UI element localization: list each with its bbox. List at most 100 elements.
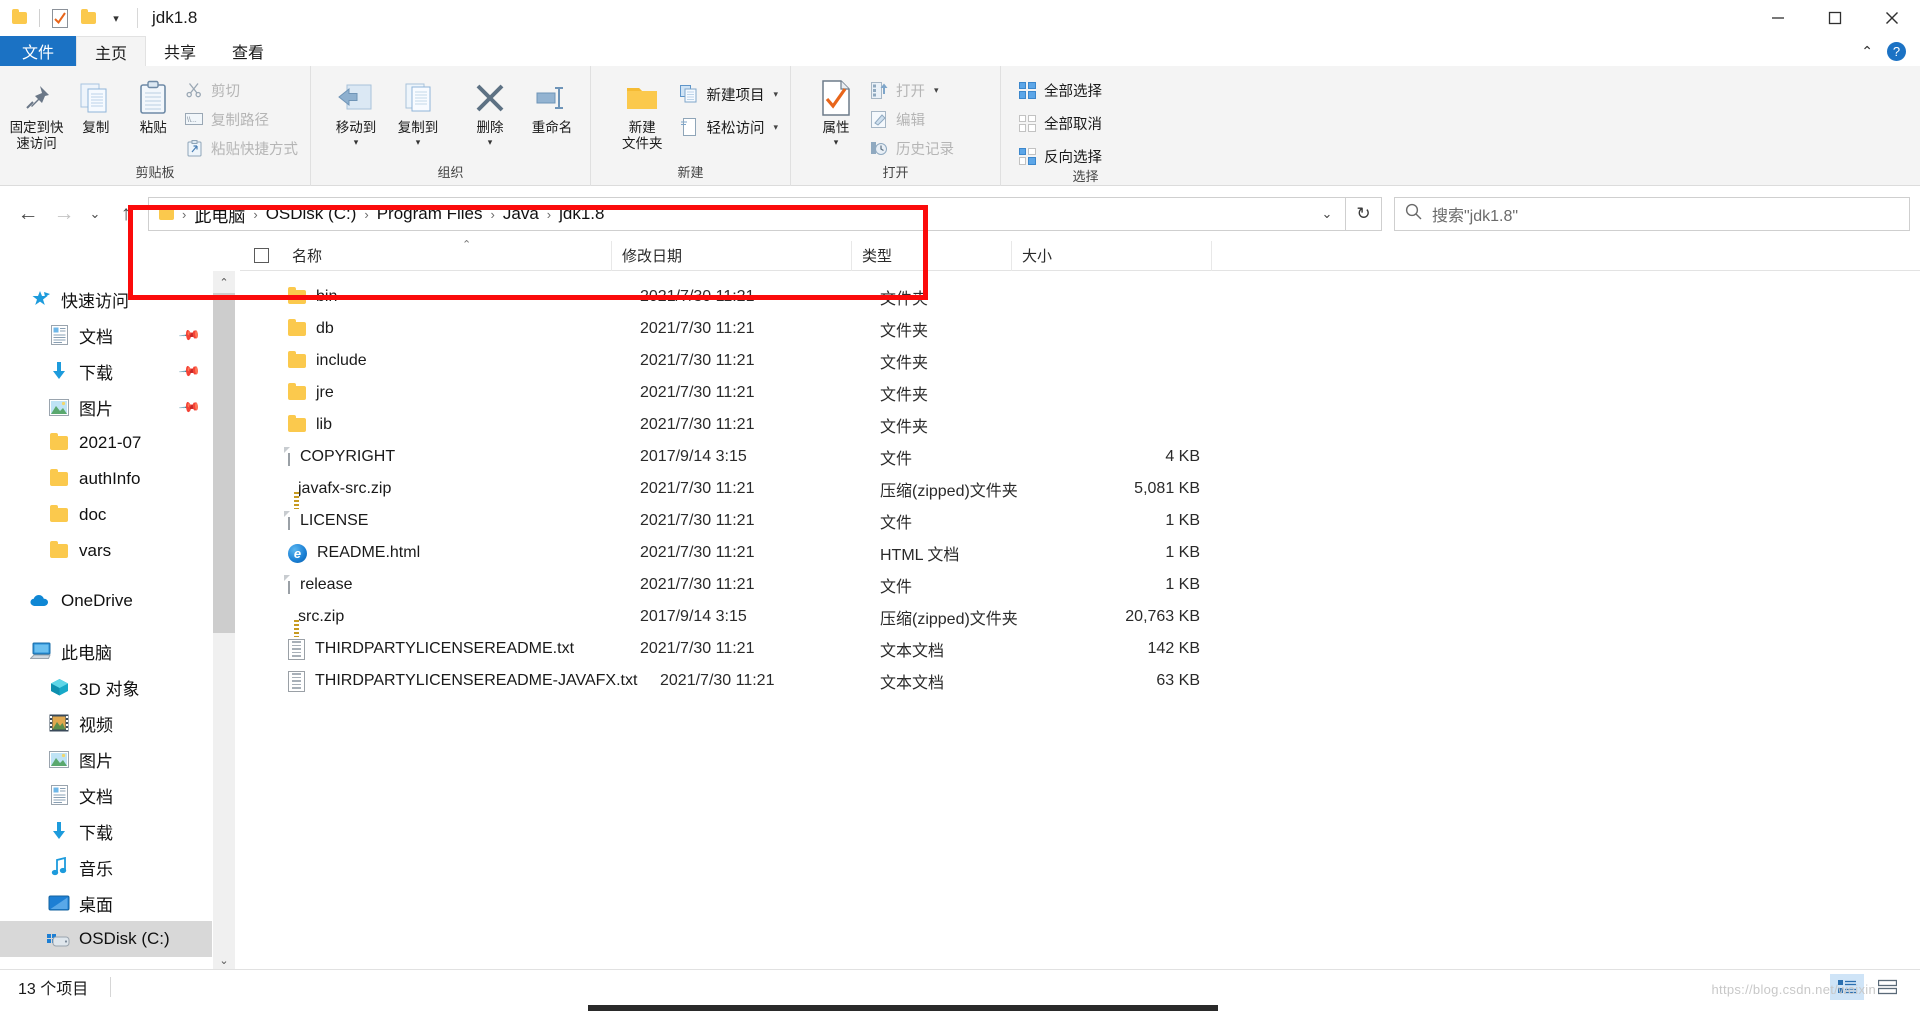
scrollbar-thumb[interactable] <box>213 293 235 633</box>
up-button[interactable]: ↑ <box>108 197 144 231</box>
paste-button[interactable]: 粘贴 <box>125 72 182 136</box>
breadcrumb-item-program-files[interactable]: Program Files <box>371 202 489 226</box>
table-row[interactable]: include 2021/7/30 11:21 文件夹 <box>240 345 1920 377</box>
file-name-cell[interactable]: e README.html <box>240 543 640 563</box>
chevron-down-icon[interactable]: ▾ <box>934 85 939 96</box>
back-button[interactable]: ← <box>10 197 46 231</box>
navigation-scrollbar[interactable]: ⌃ ⌄ <box>213 271 235 971</box>
customize-qat-caret-icon[interactable]: ▾ <box>105 7 127 29</box>
table-row[interactable]: javafx-src.zip 2021/7/30 11:21 压缩(zipped… <box>240 473 1920 505</box>
sidebar-item-this-pc[interactable]: 此电脑 <box>0 633 212 669</box>
chevron-down-icon[interactable]: ▾ <box>354 138 359 147</box>
copy-path-button[interactable]: \\... 复制路径 <box>182 107 304 131</box>
table-row[interactable]: src.zip 2017/9/14 3:15 压缩(zipped)文件夹 20,… <box>240 601 1920 633</box>
new-item-button[interactable]: 新建项目 ▾ <box>677 82 784 106</box>
properties-button[interactable]: 属性 ▾ <box>805 72 867 147</box>
copy-to-button[interactable]: 复制到 ▾ <box>387 72 449 147</box>
breadcrumb-item-this-pc[interactable]: 此电脑 <box>188 200 251 229</box>
copy-button[interactable]: 复制 <box>67 72 124 136</box>
file-name-cell[interactable]: include <box>240 351 640 370</box>
sidebar-item-documents-pc[interactable]: 文档 <box>0 777 212 813</box>
table-row[interactable]: db 2021/7/30 11:21 文件夹 <box>240 313 1920 345</box>
close-button[interactable] <box>1863 0 1920 36</box>
column-header-type[interactable]: 类型 <box>852 240 1012 271</box>
move-to-button[interactable]: 移动到 ▾ <box>325 72 387 147</box>
sidebar-item-downloads-pc[interactable]: 下载 <box>0 813 212 849</box>
minimize-button[interactable] <box>1749 0 1806 36</box>
sidebar-item-osdisk[interactable]: OSDisk (C:) <box>0 921 212 957</box>
help-icon[interactable]: ? <box>1887 41 1906 61</box>
chevron-down-icon[interactable]: ▾ <box>488 138 493 147</box>
file-name-cell[interactable]: bin <box>240 287 640 306</box>
sidebar-item-doc[interactable]: doc <box>0 497 212 533</box>
edit-button[interactable]: 编辑 <box>867 107 960 131</box>
breadcrumb-item-java[interactable]: Java <box>497 202 545 226</box>
search-box[interactable]: 搜索"jdk1.8" <box>1394 197 1910 231</box>
table-row[interactable]: lib 2021/7/30 11:21 文件夹 <box>240 409 1920 441</box>
sidebar-item-downloads[interactable]: 下载 📌 <box>0 353 212 389</box>
table-row[interactable]: COPYRIGHT 2017/9/14 3:15 文件 4 KB <box>240 441 1920 473</box>
easy-access-button[interactable]: 轻松访问 ▾ <box>677 115 784 139</box>
pin-icon[interactable]: 📌 <box>177 323 202 347</box>
tab-view[interactable]: 查看 <box>214 36 282 66</box>
pin-to-quick-access-button[interactable]: 固定到快 速访问 <box>6 72 67 152</box>
rename-button[interactable]: 重命名 <box>521 72 583 136</box>
search-input[interactable]: 搜索"jdk1.8" <box>1432 202 1518 226</box>
table-row[interactable]: LICENSE 2021/7/30 11:21 文件 1 KB <box>240 505 1920 537</box>
paste-shortcut-button[interactable]: 粘贴快捷方式 <box>182 136 304 160</box>
file-name-cell[interactable]: lib <box>240 415 640 434</box>
invert-selection-button[interactable]: 反向选择 <box>1015 144 1108 168</box>
table-row[interactable]: THIRDPARTYLICENSEREADME.txt 2021/7/30 11… <box>240 633 1920 665</box>
recent-locations-button[interactable]: ⌄ <box>82 197 108 231</box>
breadcrumb-item-osdisk[interactable]: OSDisk (C:) <box>260 202 363 226</box>
file-name-cell[interactable]: LICENSE <box>240 511 640 530</box>
address-bar[interactable]: › 此电脑 › OSDisk (C:) › Program Files › Ja… <box>148 197 1346 231</box>
sidebar-item-quick-access[interactable]: 快速访问 <box>0 281 212 317</box>
collapse-ribbon-icon[interactable]: ⌃ <box>1861 43 1873 60</box>
column-header-size[interactable]: 大小 <box>1012 240 1212 271</box>
file-name-cell[interactable]: jre <box>240 383 640 402</box>
forward-button[interactable]: → <box>46 197 82 231</box>
table-row[interactable]: e README.html 2021/7/30 11:21 HTML 文档 1 K… <box>240 537 1920 569</box>
history-button[interactable]: 历史记录 <box>867 136 960 160</box>
refresh-button[interactable]: ↻ <box>1346 197 1382 231</box>
table-row[interactable]: release 2021/7/30 11:21 文件 1 KB <box>240 569 1920 601</box>
select-all-button[interactable]: 全部选择 <box>1015 78 1108 102</box>
select-none-button[interactable]: 全部取消 <box>1015 111 1108 135</box>
maximize-button[interactable] <box>1806 0 1863 36</box>
scroll-down-button[interactable]: ⌄ <box>213 949 235 971</box>
sidebar-item-documents[interactable]: 文档 📌 <box>0 317 212 353</box>
column-header-date[interactable]: 修改日期 <box>612 240 852 271</box>
new-folder-button[interactable]: 新建 文件夹 <box>607 72 677 152</box>
sidebar-item-2021-07[interactable]: 2021-07 <box>0 425 212 461</box>
sidebar-item-videos[interactable]: 视频 <box>0 705 212 741</box>
pin-icon[interactable]: 📌 <box>177 395 202 419</box>
select-all-checkbox[interactable] <box>240 241 282 271</box>
properties-icon[interactable] <box>49 7 71 29</box>
scroll-up-button[interactable]: ⌃ <box>213 271 235 293</box>
new-folder-icon[interactable] <box>77 7 99 29</box>
chevron-down-icon[interactable]: ▾ <box>773 89 778 100</box>
file-name-cell[interactable]: db <box>240 319 640 338</box>
tab-file[interactable]: 文件 <box>0 36 77 66</box>
folder-icon[interactable] <box>8 7 30 29</box>
sidebar-item-music[interactable]: 音乐 <box>0 849 212 885</box>
sidebar-item-vars[interactable]: vars <box>0 533 212 569</box>
delete-button[interactable]: 删除 ▾ <box>459 72 521 147</box>
file-name-cell[interactable]: COPYRIGHT <box>240 447 640 466</box>
tab-home[interactable]: 主页 <box>76 36 147 66</box>
address-dropdown-icon[interactable]: ⌄ <box>1313 206 1341 222</box>
open-button[interactable]: 打开 ▾ <box>867 78 960 102</box>
file-name-cell[interactable]: release <box>240 575 640 594</box>
sidebar-item-3d-objects[interactable]: 3D 对象 <box>0 669 212 705</box>
sidebar-item-pictures-pc[interactable]: 图片 <box>0 741 212 777</box>
file-name-cell[interactable]: javafx-src.zip <box>240 480 640 498</box>
chevron-down-icon[interactable]: ▾ <box>416 138 421 147</box>
chevron-down-icon[interactable]: ▾ <box>834 138 839 147</box>
file-name-cell[interactable]: THIRDPARTYLICENSEREADME-JAVAFX.txt <box>240 670 660 692</box>
file-name-cell[interactable]: src.zip <box>240 608 640 626</box>
breadcrumb-item-jdk18[interactable]: jdk1.8 <box>553 202 610 226</box>
navigation-pane[interactable]: 快速访问 文档 📌 下载 📌 图片 📌 2021-07 authInfo doc… <box>0 271 212 971</box>
chevron-down-icon[interactable]: ▾ <box>773 122 778 133</box>
sidebar-item-onedrive[interactable]: OneDrive <box>0 583 212 619</box>
